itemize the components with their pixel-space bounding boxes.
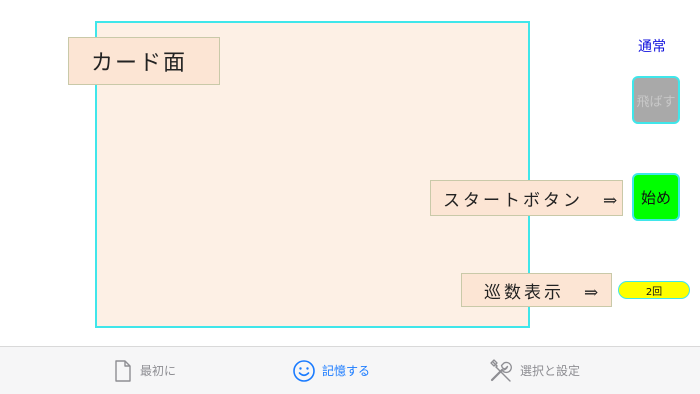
tab-memorize-label: 記憶する (322, 364, 371, 378)
tab-first-label: 最初に (140, 364, 177, 378)
smiley-icon (292, 359, 316, 383)
tab-settings[interactable]: 選択と設定 (488, 347, 580, 394)
mode-label: 通常 (638, 39, 666, 55)
tab-settings-label: 選択と設定 (520, 364, 581, 378)
round-count-hint-label: 巡数表示 ⇒ (461, 273, 612, 307)
start-button-hint-label: スタートボタン ⇒ (430, 180, 623, 216)
tools-icon (488, 358, 514, 384)
round-count-badge[interactable]: 2回 (618, 281, 690, 299)
tab-bar: 最初に 記憶する 選択と設定 (0, 346, 700, 394)
tab-first[interactable]: 最初に (112, 347, 176, 394)
begin-button[interactable]: 始め (632, 173, 680, 221)
tab-memorize[interactable]: 記憶する (292, 347, 370, 394)
document-icon (112, 359, 134, 383)
card-face-label: カード面 (68, 37, 220, 85)
skip-button[interactable]: 飛ばす (632, 76, 680, 124)
